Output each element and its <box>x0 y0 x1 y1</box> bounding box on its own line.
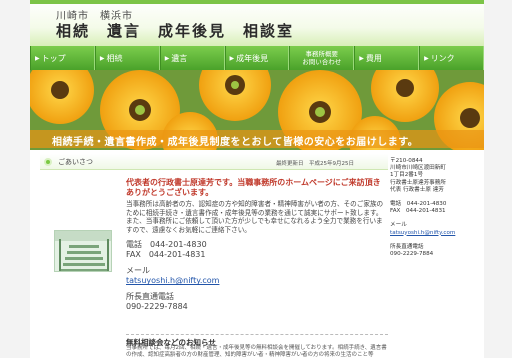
nav-item-label: 費用 <box>365 53 382 63</box>
stairs-image <box>55 231 111 271</box>
arrow-right-icon: ▶ <box>424 54 429 62</box>
nav-item-label: 成年後見 <box>236 53 269 63</box>
bullet-icon <box>44 158 52 166</box>
section-title: ごあいさつ <box>58 158 93 166</box>
last-updated: 最終更新日 平成25年9月25日 <box>276 161 354 167</box>
nav-item-label: リンク <box>430 53 455 63</box>
nav-item-office-contact[interactable]: 事務所概要 お問い合わせ <box>289 46 355 70</box>
main-nav: ▶ トップ ▶ 相続 ▶ 遺言 ▶ 成年後見 事務所概要 お問い合わせ ▶ 費用 ▶ リンク <box>30 46 484 70</box>
sidebar-mail-link[interactable]: tatsuyoshi.h@nifty.com <box>390 230 482 237</box>
nav-item-inheritance[interactable]: ▶ 相続 <box>94 46 160 70</box>
contact-mobile-label: 所長直通電話 <box>126 292 174 302</box>
sidebar-office: 行政書士原達芳事務所 <box>390 179 446 186</box>
contact-fax: FAX 044-201-4831 <box>126 250 206 260</box>
sidebar-tel: 電話 044-201-4830 <box>390 201 447 208</box>
arrow-right-icon: ▶ <box>164 54 170 62</box>
greeting-lead: 代表者の行政書士原達芳です。当職事務所のホームページにご来訪頂きありがとうござい… <box>126 178 381 197</box>
contact-mail-label: メール <box>126 266 150 276</box>
page-container: 川崎市 横浜市 相続 遺言 成年後見 相談室 ▶ トップ ▶ 相続 ▶ 遺言 ▶ 成年後… <box>30 0 484 358</box>
sidebar-mobile: 090-2229-7884 <box>390 251 434 258</box>
nav-item-links[interactable]: ▶ リンク <box>419 46 484 70</box>
sidebar-mobile-label: 所長直通電話 <box>390 243 424 250</box>
nav-item-will[interactable]: ▶ 遺言 <box>159 46 225 70</box>
nav-item-label: 相続 <box>106 53 123 63</box>
header-top-bar <box>30 0 484 4</box>
sidebar-fax: FAX 044-201-4831 <box>390 208 446 215</box>
contact-mobile-block: 所長直通電話 090-2229-7884 <box>126 292 388 312</box>
nav-item-label: 遺言 <box>171 53 188 63</box>
nav-item-fees[interactable]: ▶ 費用 <box>354 46 420 70</box>
nav-item-label: トップ <box>41 53 66 63</box>
contact-mail-link[interactable]: tatsuyoshi.h@nifty.com <box>126 276 388 286</box>
nav-item-guardianship[interactable]: ▶ 成年後見 <box>224 46 290 70</box>
news-text: 当事務所では、毎月2回、相続・遺言・成年後見等の無料相談会を開催しております。相… <box>126 345 387 358</box>
site-header: 川崎市 横浜市 相続 遺言 成年後見 相談室 <box>30 0 484 46</box>
contact-phone-block: 電話 044-201-4830 FAX 044-201-4831 <box>126 240 388 260</box>
greeting-body: 当事務所は高齢者の方、認知症の方や知的障害者・精神障害がい者の方、そのご家族のた… <box>126 200 384 234</box>
contact-mail-block: メール tatsuyoshi.h@nifty.com <box>126 266 388 286</box>
arrow-right-icon: ▶ <box>35 54 40 62</box>
sidebar-mail-label: メール <box>390 222 407 229</box>
sidebar-address-line: 1丁目2番1号 <box>390 172 424 179</box>
sidebar-contact: 〒210-0844 川崎市川崎区渡田新町 1丁目2番1号 行政書士原達芳事務所 … <box>390 158 482 258</box>
tagline-text: 相続手続・遺言書作成・成年後見制度をとおして皆様の安心をお届けします。 <box>52 137 419 148</box>
page-side-right <box>484 0 512 358</box>
contact-tel: 電話 044-201-4830 <box>126 240 207 250</box>
contact-mobile: 090-2229-7884 <box>126 302 188 312</box>
greeting-content: 代表者の行政書士原達芳です。当職事務所のホームページにご来訪頂きありがとうござい… <box>126 178 388 312</box>
arrow-right-icon: ▶ <box>359 54 364 62</box>
office-stairs-photo <box>54 230 112 272</box>
nav-item-top[interactable]: ▶ トップ <box>30 46 95 70</box>
page-side-left <box>0 0 30 358</box>
arrow-right-icon: ▶ <box>99 54 105 62</box>
sidebar-rep: 代表 行政書士原 達芳 <box>390 186 444 193</box>
section-header: ごあいさつ 最終更新日 平成25年9月25日 <box>40 154 388 170</box>
arrow-right-icon: ▶ <box>229 54 235 62</box>
site-title[interactable]: 相続 遺言 成年後見 相談室 <box>56 20 294 41</box>
nav-item-label: 事務所概要 お問い合わせ <box>302 50 342 66</box>
